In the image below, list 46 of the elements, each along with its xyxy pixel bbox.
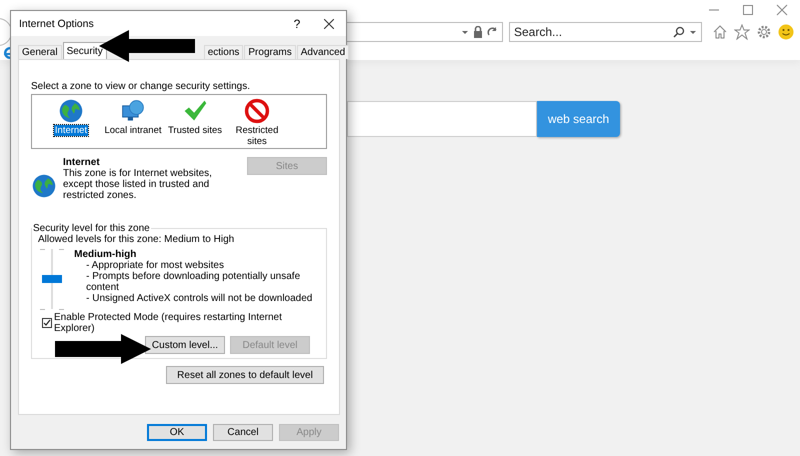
home-icon[interactable] [712,24,728,40]
tab[interactable]: Advanced [296,45,350,59]
tab[interactable]: Programs [244,45,296,59]
close-icon[interactable] [324,18,334,28]
checkbox[interactable] [42,318,52,328]
dialog-button[interactable]: Cancel [213,424,273,441]
allowed-levels: Allowed levels for this zone: Medium to High [38,234,236,245]
checkbox-label: Enable Protected Mode (requires restarting Internet Explorer) [54,312,283,334]
dropdown-icon[interactable] [461,28,469,36]
lock-icon [473,26,483,38]
star-icon[interactable] [734,24,750,40]
zone-description: This zone is for Internet websites, except those listed in trusted and restricted zones. [63,168,213,201]
tab[interactable]: General [18,45,62,59]
zone-label[interactable]: Internet [54,125,88,136]
zone-prompt: Select a zone to view or change security settings. [31,81,252,92]
zone-label[interactable]: Trusted sites [166,125,224,136]
dropdown-icon[interactable] [689,28,697,36]
browser-logo-icon [4,47,10,59]
security-slider[interactable] [38,249,64,309]
zone-label[interactable]: Restricted sites [226,125,288,147]
refresh-icon[interactable] [487,26,498,38]
custom-level-button[interactable]: Custom level... [145,336,225,354]
level-name: Medium-high [74,249,138,260]
window-title: Internet Options [19,18,95,30]
dialog-button[interactable]: OK [147,424,207,441]
web-search-field[interactable] [347,101,537,137]
globe-icon[interactable] [58,98,84,124]
zone-title: Internet [63,157,101,168]
zone-label[interactable]: Local intranet [103,125,163,136]
search-icon[interactable] [673,26,685,38]
maximize-icon[interactable] [742,4,754,16]
checkmark-icon [43,319,51,327]
reset-zones-button[interactable]: Reset all zones to default level [166,366,324,384]
globe-icon [31,173,57,199]
help-button[interactable]: ? [282,16,312,30]
slider-thumb[interactable] [42,275,62,283]
settings-icon[interactable] [756,24,772,40]
tab[interactable]: Security [62,42,107,59]
prohibited-icon[interactable] [244,98,270,124]
group-label: Security level for this zone [32,223,151,234]
level-description: - Appropriate for most websites [86,260,225,271]
level-description: - Unsigned ActiveX controls will not be downloaded [86,293,314,304]
level-description: - Prompts before downloading potentially unsafe content [86,271,302,293]
smiley-icon[interactable] [778,24,794,40]
tab[interactable]: ections [204,45,244,59]
search-field[interactable]: Search... [509,22,702,42]
